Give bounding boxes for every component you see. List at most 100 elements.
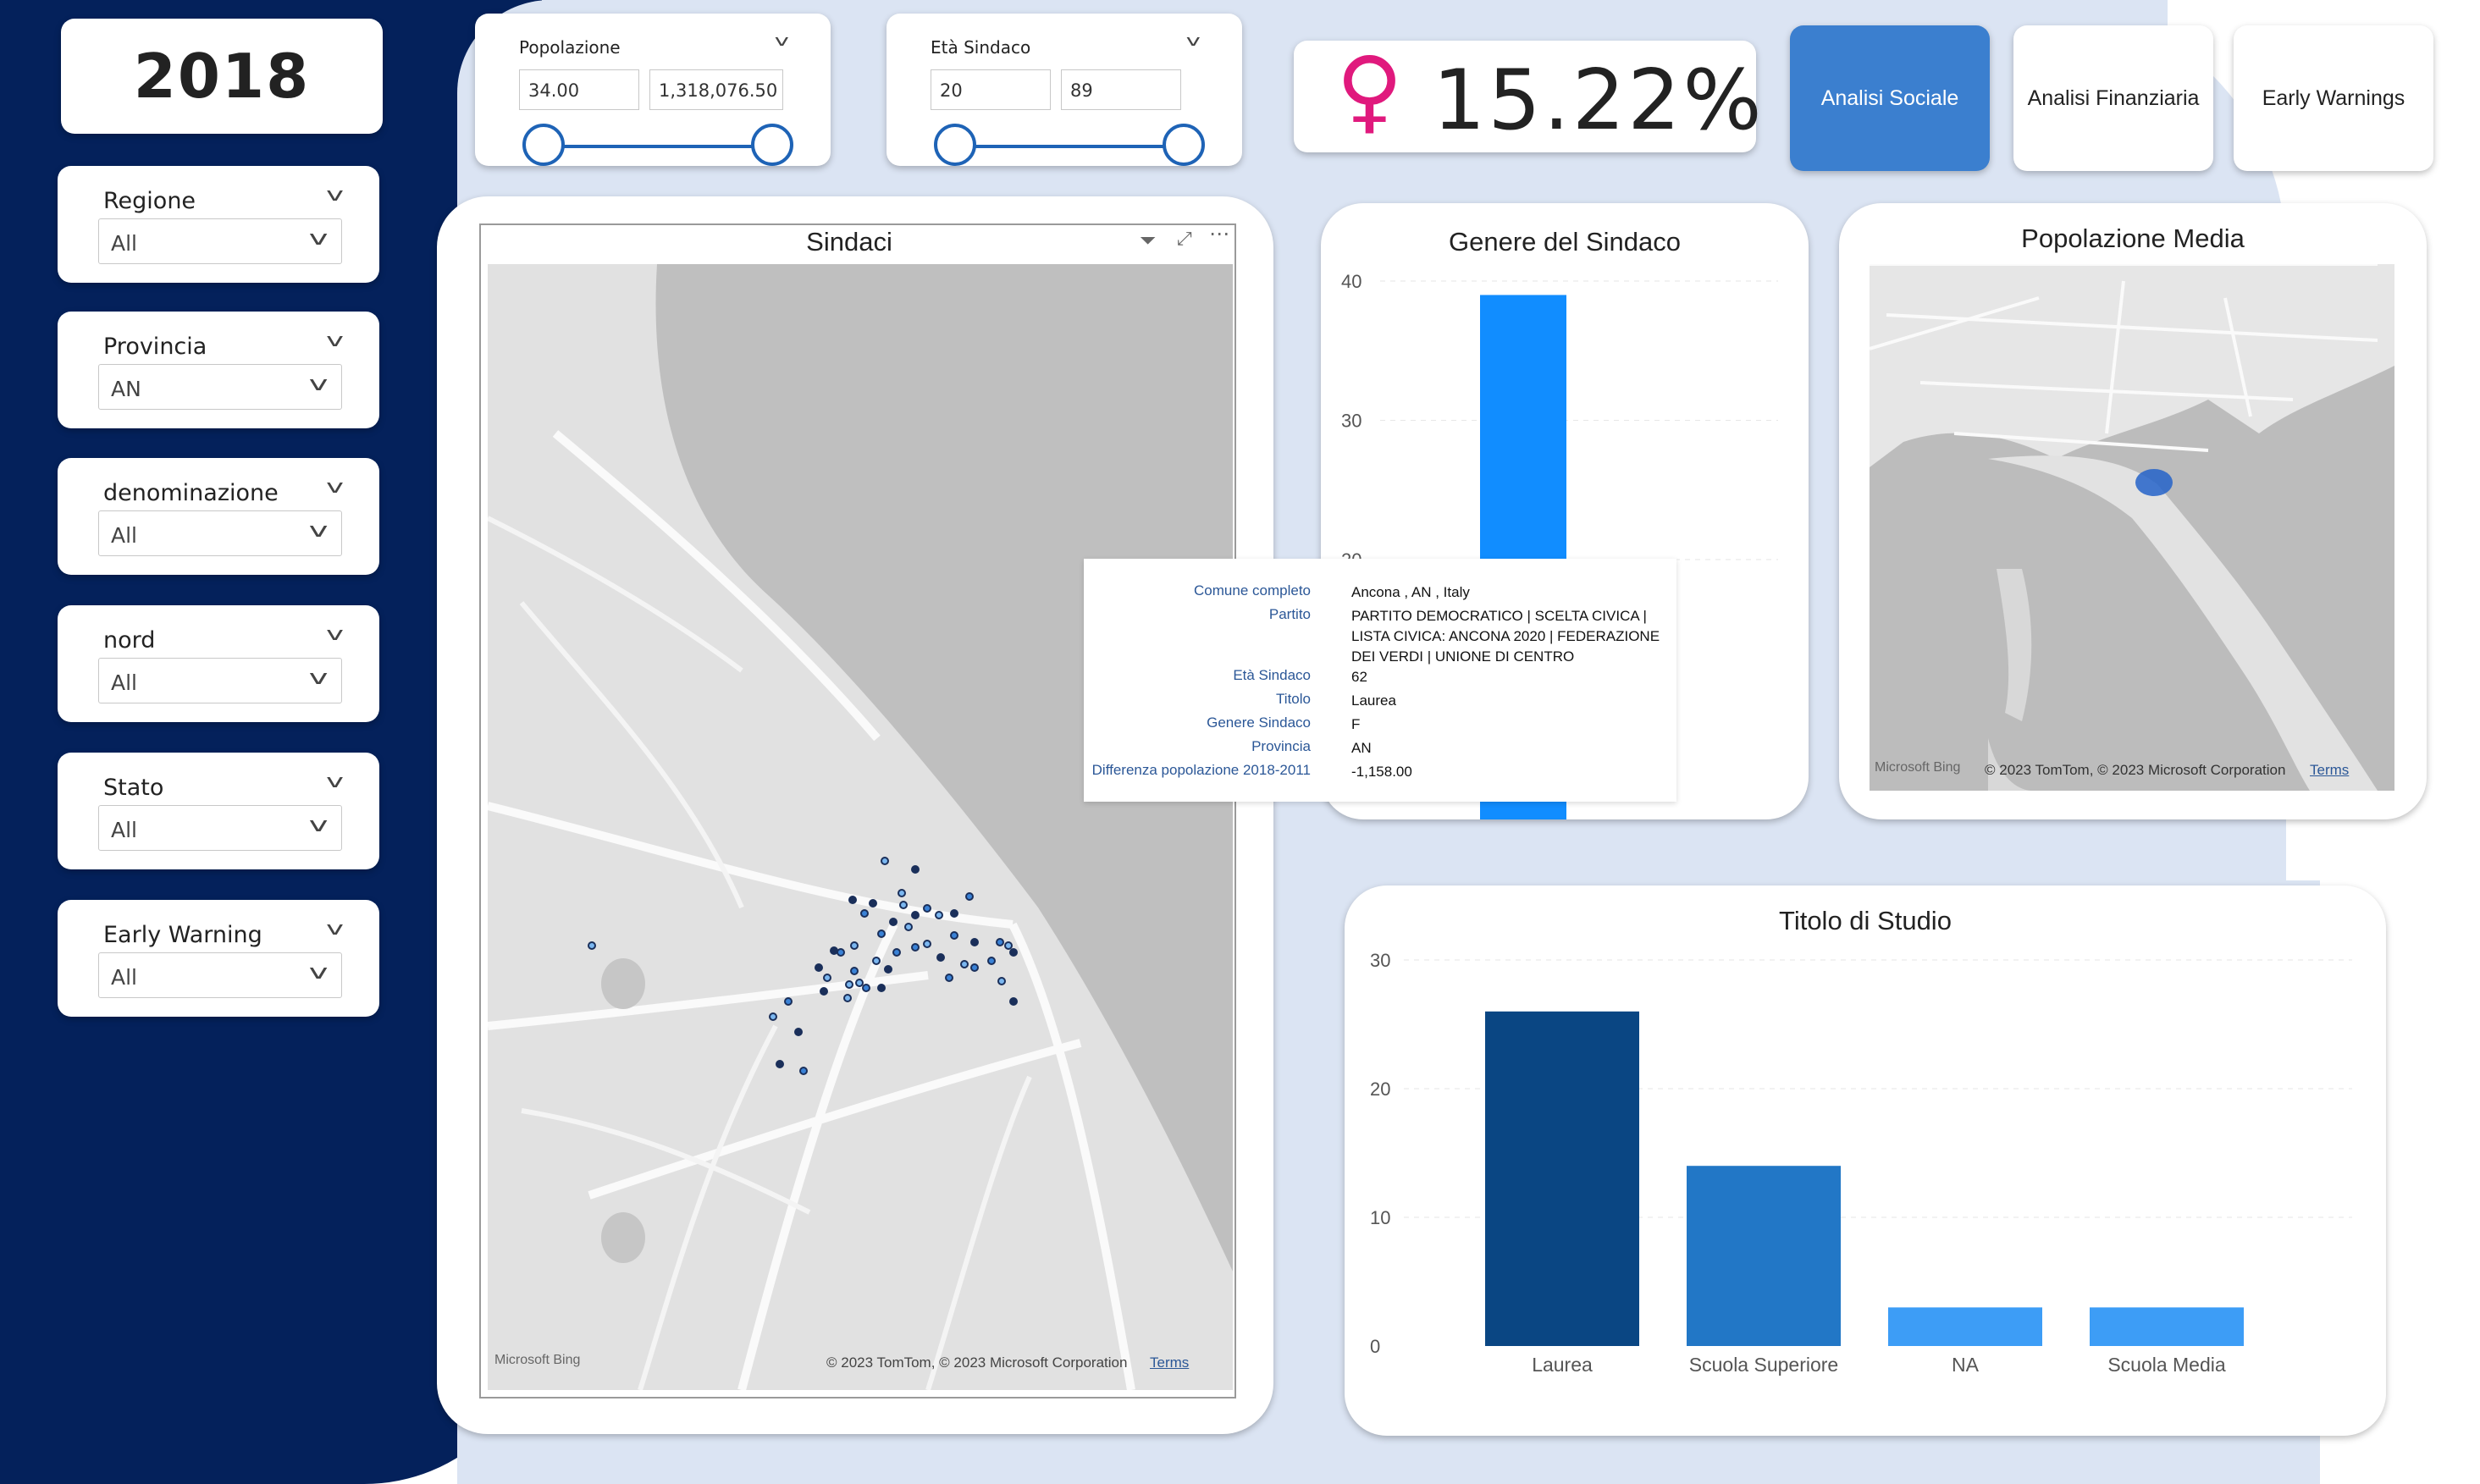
mayor-point[interactable] bbox=[904, 923, 913, 931]
mayor-point[interactable] bbox=[837, 948, 845, 957]
mayor-point[interactable] bbox=[987, 957, 996, 965]
eta-max-input[interactable]: 89 bbox=[1061, 69, 1181, 110]
slicer-value: AN bbox=[111, 377, 141, 401]
mayor-point[interactable] bbox=[898, 889, 906, 897]
mayor-point[interactable] bbox=[850, 941, 859, 950]
eta-max-handle[interactable] bbox=[1163, 124, 1205, 166]
early-warnings-button[interactable]: Early Warnings bbox=[2234, 25, 2433, 171]
slicer-value: All bbox=[111, 523, 137, 548]
analisi-finanziaria-button[interactable]: Analisi Finanziaria bbox=[2013, 25, 2213, 171]
bar-scuola-media[interactable] bbox=[2090, 1307, 2244, 1346]
more-options-icon[interactable]: ⋯ bbox=[1209, 222, 1229, 245]
map-terms-link[interactable]: Terms bbox=[1150, 1354, 1189, 1371]
slicer-dropdown[interactable]: All v bbox=[98, 218, 342, 264]
tooltip-key: Provincia bbox=[1251, 738, 1311, 754]
mayor-point[interactable] bbox=[923, 940, 931, 948]
popolazione-min-input[interactable]: 34.00 bbox=[519, 69, 639, 110]
mayor-point[interactable] bbox=[950, 909, 958, 918]
chevron-down-icon[interactable]: v bbox=[326, 185, 344, 206]
mayor-point[interactable] bbox=[950, 931, 958, 940]
slicer-label: nord bbox=[103, 627, 156, 654]
slicer-dropdown[interactable]: All v bbox=[98, 952, 342, 998]
mayor-point[interactable] bbox=[869, 899, 877, 908]
mayor-point[interactable] bbox=[892, 948, 901, 957]
tooltip-key: Genere Sindaco bbox=[1207, 714, 1311, 731]
slicer-regione: Regione v All v bbox=[58, 166, 379, 283]
mayor-point[interactable] bbox=[945, 974, 953, 982]
mayor-point[interactable] bbox=[881, 857, 889, 865]
popolazione-slicer: Popolazione v 34.00 1,318,076.50 bbox=[475, 14, 831, 166]
mayor-point[interactable] bbox=[776, 1060, 784, 1068]
mayor-point[interactable] bbox=[850, 967, 859, 975]
mayor-point[interactable] bbox=[889, 918, 898, 926]
mayor-point[interactable] bbox=[936, 953, 945, 962]
mayor-point[interactable] bbox=[815, 963, 823, 972]
eta-min-handle[interactable] bbox=[934, 124, 976, 166]
y-tick-label: 30 bbox=[1370, 950, 1390, 971]
sindaci-map-card: Sindaci ⏷ ⤢ ⋯ Microsoft Bing © 2023 TomT… bbox=[437, 196, 1273, 1434]
mayor-point[interactable] bbox=[769, 1012, 777, 1021]
mayor-point[interactable] bbox=[848, 896, 857, 904]
mayor-point[interactable] bbox=[872, 957, 881, 965]
mayor-point[interactable] bbox=[877, 984, 886, 992]
chevron-down-icon[interactable]: v bbox=[326, 624, 344, 645]
mayor-point[interactable] bbox=[960, 960, 969, 968]
mayor-point[interactable] bbox=[965, 892, 974, 901]
slicer-dropdown[interactable]: AN v bbox=[98, 364, 342, 410]
chevron-down-icon: v bbox=[308, 518, 329, 542]
tooltip-value: PARTITO DEMOCRATICO | SCELTA CIVICA | LI… bbox=[1351, 608, 1660, 665]
eta-min-input[interactable]: 20 bbox=[931, 69, 1051, 110]
chevron-down-icon[interactable]: v bbox=[326, 330, 344, 351]
slicer-dropdown[interactable]: All v bbox=[98, 805, 342, 851]
mayor-point[interactable] bbox=[970, 938, 979, 946]
slicer-dropdown[interactable]: All v bbox=[98, 658, 342, 703]
sindaci-map[interactable] bbox=[486, 264, 1233, 1392]
slicer-label: Regione bbox=[103, 188, 196, 214]
mayor-point[interactable] bbox=[935, 911, 943, 919]
mayor-point[interactable] bbox=[799, 1067, 808, 1075]
popolazione-max-handle[interactable] bbox=[751, 124, 793, 166]
chevron-down-icon[interactable]: v bbox=[326, 771, 344, 792]
mayor-point[interactable] bbox=[1009, 948, 1018, 957]
mayor-point[interactable] bbox=[860, 909, 869, 918]
mayor-point[interactable] bbox=[911, 865, 920, 874]
mayor-point[interactable] bbox=[899, 901, 908, 909]
mayor-point[interactable] bbox=[843, 994, 852, 1002]
analisi-sociale-button[interactable]: Analisi Sociale bbox=[1790, 25, 1990, 171]
mayor-point[interactable] bbox=[820, 987, 828, 996]
filter-icon[interactable]: ⏷ bbox=[1140, 229, 1156, 252]
mayor-point[interactable] bbox=[784, 997, 793, 1006]
mayor-point[interactable] bbox=[1009, 997, 1018, 1006]
mayor-point[interactable] bbox=[862, 984, 870, 992]
tooltip-value: 62 bbox=[1351, 669, 1367, 685]
chevron-down-icon[interactable]: v bbox=[775, 32, 789, 50]
chevron-down-icon[interactable]: v bbox=[326, 477, 344, 498]
mayor-point[interactable] bbox=[996, 938, 1004, 946]
map-terms-link[interactable]: Terms bbox=[2310, 762, 2349, 779]
bar-laurea[interactable] bbox=[1485, 1011, 1639, 1346]
bar-na[interactable] bbox=[1888, 1307, 2042, 1346]
mayor-point[interactable] bbox=[884, 965, 892, 974]
x-tick-label: Scuola Superiore bbox=[1689, 1354, 1838, 1376]
y-tick-label: 40 bbox=[1341, 271, 1362, 292]
popolazione-min-handle[interactable] bbox=[522, 124, 565, 166]
popolazione-max-input[interactable]: 1,318,076.50 bbox=[649, 69, 783, 110]
mayor-point[interactable] bbox=[877, 930, 886, 938]
mayor-point[interactable] bbox=[997, 977, 1006, 985]
italy-map[interactable] bbox=[1869, 262, 2394, 791]
mayor-point[interactable] bbox=[794, 1028, 803, 1036]
x-tick-label: Scuola Media bbox=[2107, 1354, 2226, 1376]
mayor-point[interactable] bbox=[588, 941, 596, 950]
slicer-dropdown[interactable]: All v bbox=[98, 510, 342, 556]
tooltip-value: AN bbox=[1351, 740, 1372, 756]
mayor-point[interactable] bbox=[845, 980, 853, 989]
mayor-point[interactable] bbox=[823, 974, 831, 982]
bar-scuola-superiore[interactable] bbox=[1687, 1166, 1841, 1346]
mayor-point[interactable] bbox=[923, 904, 931, 913]
chevron-down-icon[interactable]: v bbox=[1186, 32, 1201, 50]
mayor-point[interactable] bbox=[911, 911, 920, 919]
focus-mode-icon[interactable]: ⤢ bbox=[1177, 229, 1192, 250]
mayor-point[interactable] bbox=[911, 943, 920, 952]
chevron-down-icon[interactable]: v bbox=[326, 919, 344, 940]
mayor-point[interactable] bbox=[970, 963, 979, 972]
